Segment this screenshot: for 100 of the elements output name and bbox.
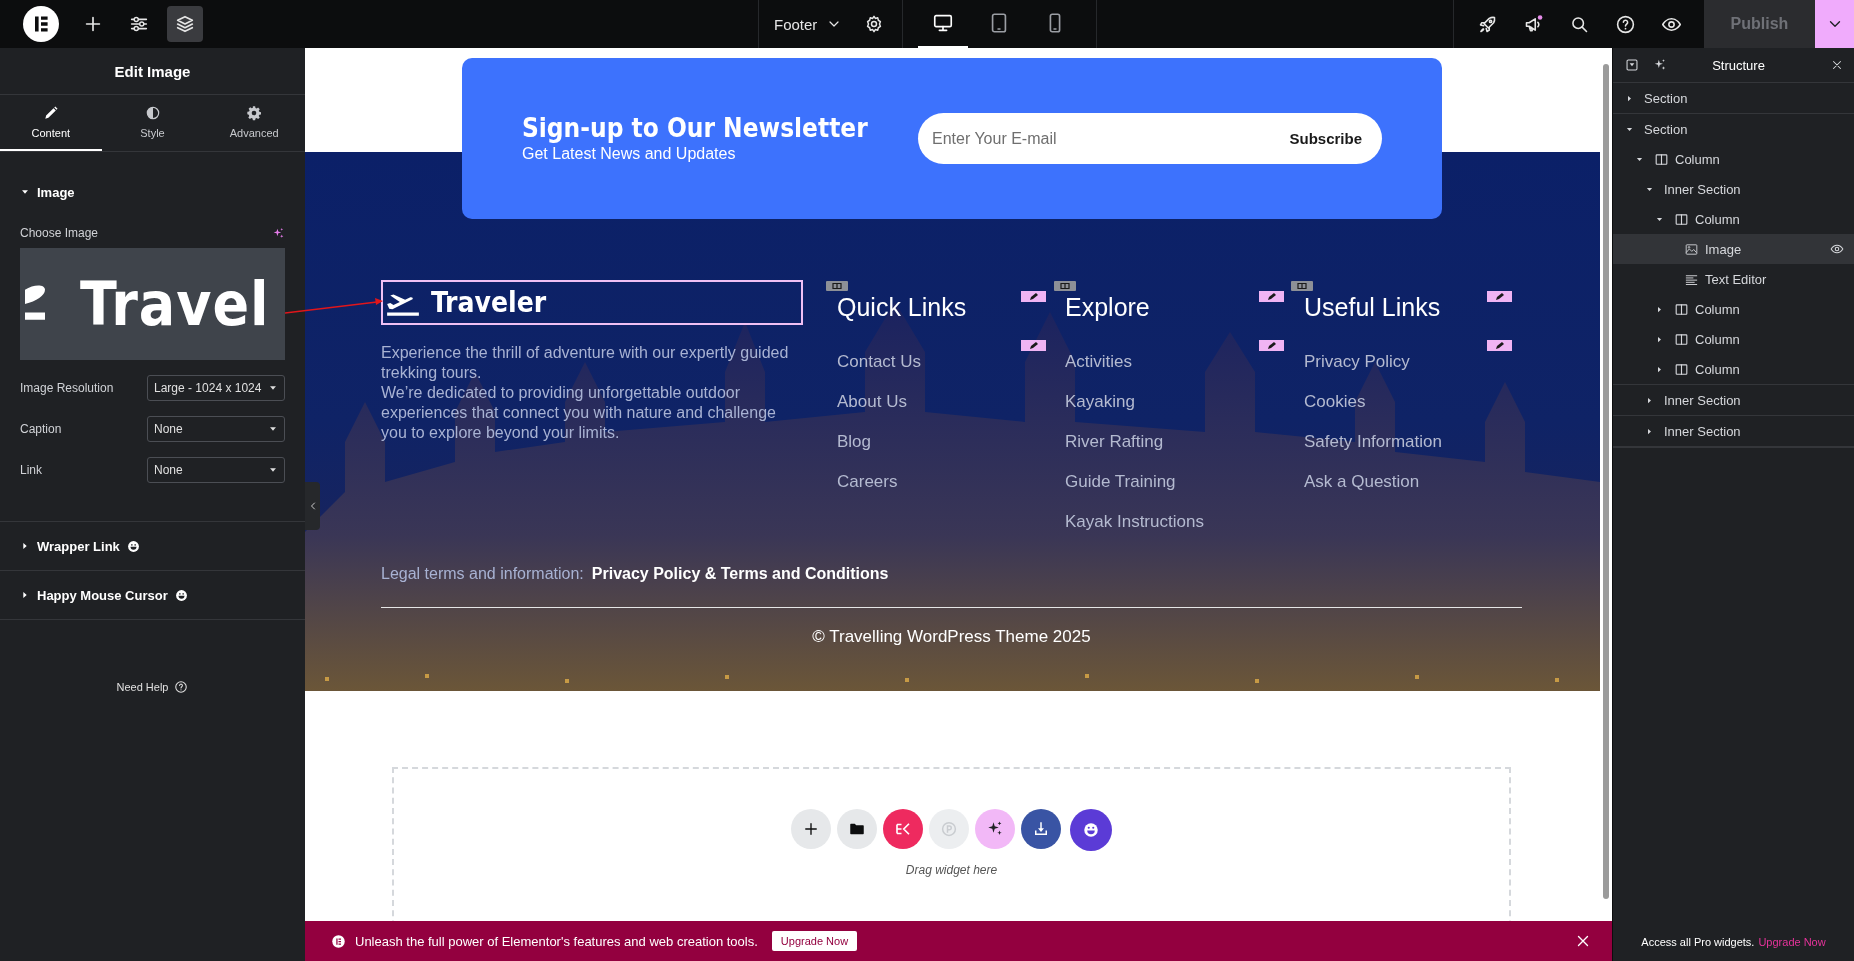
tree-item[interactable]: Column <box>1613 354 1854 384</box>
image-preview[interactable]: Travel <box>20 248 285 360</box>
tree-item[interactable]: Image <box>1613 234 1854 264</box>
contrast-icon <box>144 105 161 121</box>
section-toggle[interactable]: Wrapper Link <box>0 522 305 570</box>
field-label: Image Resolution <box>20 381 114 395</box>
collapse-icon <box>1625 58 1639 72</box>
tree-item[interactable]: Text Editor <box>1613 264 1854 294</box>
pencil-icon <box>42 105 59 121</box>
select-field[interactable]: Large - 1024 x 1024 <box>147 375 285 401</box>
template-button[interactable] <box>837 809 877 849</box>
add-section-button[interactable] <box>791 809 831 849</box>
newsletter-subtitle: Get Latest News and Updates <box>522 144 737 163</box>
tree-item[interactable]: Inner Section <box>1613 385 1854 415</box>
eye-icon <box>1830 242 1844 256</box>
tree-item[interactable]: Section <box>1613 83 1854 113</box>
tree-item[interactable]: Inner Section <box>1613 174 1854 204</box>
column-icon <box>1674 301 1689 317</box>
panel-tab[interactable]: Content <box>0 95 102 151</box>
column-handle-icon <box>826 281 848 291</box>
select-field[interactable]: None <box>147 416 285 442</box>
legal-label: Legal terms and information: <box>381 565 584 583</box>
desktop-icon <box>932 12 954 34</box>
edit-handle-icon[interactable] <box>1021 340 1046 351</box>
gear-icon <box>246 105 263 121</box>
upgrade-button[interactable]: Upgrade Now <box>771 931 858 951</box>
footer-link[interactable]: Safety Information <box>1304 432 1442 452</box>
plus-icon <box>802 820 820 838</box>
column-icon <box>1674 211 1689 227</box>
footer-link[interactable]: Guide Training <box>1065 472 1176 492</box>
help-link[interactable]: Need Help <box>116 681 169 693</box>
tree-item[interactable]: Column <box>1613 324 1854 354</box>
kit-icon <box>894 820 912 838</box>
footer-link[interactable]: Careers <box>837 472 898 492</box>
copyright-text: © Travelling WordPress Theme 2025 <box>811 627 1092 647</box>
upgrade-link[interactable]: Upgrade Now <box>1758 936 1826 948</box>
footer-link[interactable]: About Us <box>837 392 907 412</box>
field-label: Choose Image <box>20 226 99 240</box>
collapse-panel-handle[interactable] <box>305 482 320 530</box>
panel-tab[interactable]: Advanced <box>203 95 305 151</box>
description-text: We’re dedicated to providing unforgettable outdoor experiences that connect you with nature and challenge you to explore beyond your limits. <box>381 383 777 443</box>
footer-link[interactable]: Activities <box>1065 352 1133 372</box>
column-icon <box>1654 151 1669 167</box>
footer-link[interactable]: Privacy Policy <box>1304 352 1410 372</box>
edit-handle-icon[interactable] <box>1259 291 1284 302</box>
field-label: Link <box>20 463 42 477</box>
preview-text: Travel <box>80 269 270 339</box>
edit-handle-icon[interactable] <box>1021 291 1046 302</box>
email-field[interactable]: Enter Your E-mail Subscribe <box>918 113 1382 164</box>
tree-item[interactable]: Column <box>1613 144 1854 174</box>
promo-message: Unleash the full power of Elementor's features and web creation tools. <box>355 933 758 949</box>
elementor-logo[interactable] <box>23 6 59 42</box>
footer-link[interactable]: Kayak Instructions <box>1065 512 1204 532</box>
p-icon <box>940 820 958 838</box>
sparkle-icon <box>1653 58 1667 72</box>
edit-handle-icon[interactable] <box>1259 340 1284 351</box>
tree-item[interactable]: Section <box>1613 114 1854 144</box>
import-button[interactable] <box>1021 809 1061 849</box>
structure-button[interactable] <box>167 6 203 42</box>
close-icon <box>1830 58 1844 72</box>
document-dropdown[interactable]: Footer <box>774 9 843 39</box>
ai-button[interactable] <box>1653 58 1667 72</box>
tree-item[interactable]: Column <box>1613 204 1854 234</box>
panel-tab[interactable]: Style <box>101 95 204 151</box>
footer-link[interactable]: River Rafting <box>1065 432 1164 452</box>
legal-link[interactable]: Privacy Policy & Terms and Conditions <box>591 565 889 583</box>
column-icon <box>1674 331 1689 347</box>
happy-addons-button[interactable] <box>1070 809 1112 851</box>
footer-link[interactable]: Cookies <box>1304 392 1366 412</box>
section-toggle[interactable]: Happy Mouse Cursor <box>0 571 305 619</box>
newsletter-title: Sign-up to Our Newsletter <box>522 114 869 143</box>
drop-hint: Drag widget here <box>905 863 998 877</box>
column-handle-icon <box>1291 281 1313 291</box>
help-icon <box>1614 13 1636 35</box>
field-label: Caption <box>20 422 62 436</box>
select-field[interactable]: None <box>147 457 285 483</box>
edit-handle-icon[interactable] <box>1487 291 1512 302</box>
description-text: Experience the thrill of adventure with our expertly guided trekking tours. <box>381 343 790 383</box>
tree-item[interactable]: Column <box>1613 294 1854 324</box>
edit-handle-icon[interactable] <box>1487 340 1512 351</box>
image-icon <box>1684 241 1699 257</box>
close-button[interactable] <box>1830 58 1844 72</box>
tree-item[interactable]: Inner Section <box>1613 416 1854 446</box>
kit-button[interactable] <box>883 809 923 849</box>
subscribe-button[interactable]: Subscribe <box>1289 130 1362 147</box>
footer-link[interactable]: Kayaking <box>1065 392 1135 412</box>
footer-link[interactable]: Ask a Question <box>1304 472 1420 492</box>
logo-image[interactable]: Traveler <box>381 280 803 325</box>
column-icon <box>1674 361 1689 377</box>
layers-icon <box>174 13 196 35</box>
column-heading: Useful Links <box>1304 292 1441 322</box>
footer-link[interactable]: Contact Us <box>837 352 922 372</box>
section-toggle[interactable]: Image <box>0 168 305 216</box>
download-icon <box>1032 820 1050 838</box>
smiley-icon <box>1082 821 1100 839</box>
footer-link[interactable]: Blog <box>837 432 872 452</box>
ai-button[interactable] <box>975 809 1015 849</box>
collapse-all-button[interactable] <box>1625 58 1639 72</box>
promo-text: Access all Pro widgets. <box>1641 936 1755 948</box>
sparkle-icon[interactable] <box>272 226 285 240</box>
